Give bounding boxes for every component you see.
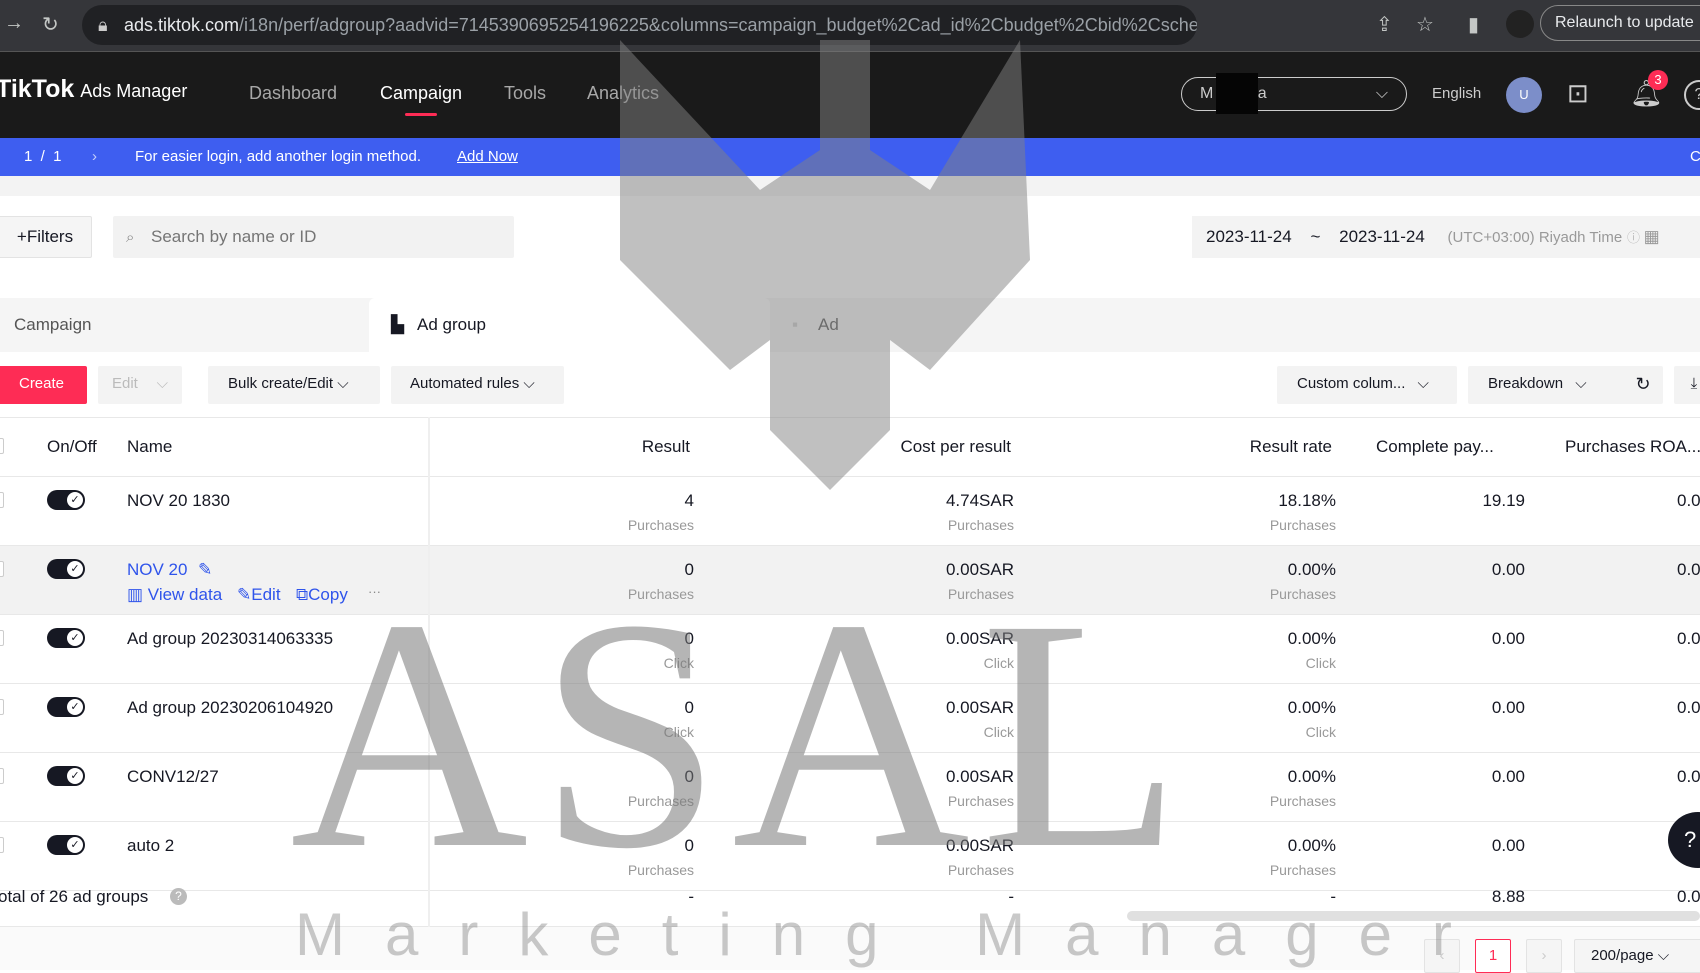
search-icon: ⌕ — [126, 229, 135, 246]
calendar-icon: ▦ — [1643, 227, 1660, 246]
ad-group-name[interactable]: NOV 20 1830 — [127, 491, 230, 511]
on-off-toggle[interactable] — [47, 490, 85, 510]
edit-link[interactable]: ✎Edit — [237, 585, 281, 605]
chevron-down-icon: ⌵ — [523, 375, 535, 392]
view-data-link[interactable]: ▥ View data — [127, 585, 222, 605]
ad-group-icon: ▙ — [391, 315, 405, 334]
row-checkbox[interactable] — [0, 492, 4, 508]
ad-group-name[interactable]: Ad group 20230314063335 — [127, 629, 333, 649]
custom-columns-dropdown[interactable]: Custom colum... ⌵ — [1277, 366, 1457, 404]
nav-dashboard[interactable]: Dashboard — [249, 83, 337, 104]
chevron-down-icon: ⌵ — [1375, 85, 1388, 102]
profile-icon[interactable] — [1506, 10, 1534, 38]
ad-group-name[interactable]: auto 2 — [127, 836, 174, 856]
add-now-link[interactable]: Add Now — [457, 138, 518, 176]
fixed-column-divider — [428, 417, 430, 927]
automated-rules-dropdown[interactable]: Automated rules ⌵ — [391, 366, 564, 404]
lock-icon: 🔒︎ — [98, 15, 108, 35]
briefcase-icon[interactable]: ⊡ — [1567, 78, 1589, 109]
tab-ad-group[interactable]: ▙ Ad group — [369, 298, 770, 352]
forward-icon[interactable]: → — [4, 12, 24, 35]
banner-pager: 1 / 1 — [24, 148, 62, 165]
ad-group-name-link[interactable]: NOV 20 — [127, 560, 187, 580]
on-off-toggle[interactable] — [47, 559, 85, 579]
relaunch-button[interactable]: Relaunch to update — [1540, 5, 1700, 41]
refresh-icon[interactable]: ↻ — [1623, 366, 1663, 404]
copy-link[interactable]: ⧉Copy — [296, 585, 348, 605]
chevron-down-icon: ⌵ — [1575, 375, 1587, 392]
table-header: On/Off Name Result Cost per result Resul… — [0, 417, 1700, 477]
bulk-create-edit-dropdown[interactable]: Bulk create/Edit ⌵ — [208, 366, 380, 404]
account-selector[interactable]: M a ⌵ — [1181, 77, 1407, 111]
tab-campaign[interactable]: Campaign — [0, 298, 368, 352]
horizontal-scrollbar[interactable] — [1127, 911, 1700, 921]
info-icon: ⓘ — [1626, 230, 1644, 245]
reload-icon[interactable]: ↻ — [42, 12, 59, 37]
redaction — [1216, 73, 1258, 114]
next-page-button[interactable]: › — [1526, 939, 1562, 973]
logo[interactable]: TikTok Ads Manager — [0, 75, 187, 104]
nav-campaign[interactable]: Campaign — [380, 83, 462, 116]
table-row[interactable]: CONV12/27 0 Purchases 0.00SAR Purchases … — [0, 753, 1700, 822]
row-checkbox[interactable] — [0, 837, 4, 853]
pagination-bar: ‹ 1 › 200/page ⌵ — [0, 927, 1700, 973]
row-checkbox[interactable] — [0, 561, 4, 577]
avatar[interactable]: U — [1506, 77, 1542, 113]
table-row[interactable]: NOV 20✎ ▥ View data ✎Edit ⧉Copy ··· 0 Pu… — [0, 546, 1700, 615]
date-range-picker[interactable]: 2023-11-24 ~ 2023-11-24 (UTC+03:00) Riya… — [1192, 216, 1700, 258]
prev-page-button[interactable]: ‹ — [1424, 939, 1460, 973]
ad-group-name[interactable]: Ad group 20230206104920 — [127, 698, 333, 718]
select-all-checkbox[interactable] — [0, 438, 4, 454]
address-bar[interactable]: 🔒︎ ads.tiktok.com/i18n/perf/adgroup?aadvi… — [82, 5, 1197, 45]
on-off-toggle[interactable] — [47, 835, 85, 855]
more-icon[interactable]: ··· — [368, 584, 381, 599]
chevron-down-icon: ⌵ — [1417, 375, 1429, 392]
help-icon[interactable]: ? — [170, 888, 187, 905]
chevron-right-icon[interactable]: › — [92, 138, 97, 176]
page-1-button[interactable]: 1 — [1475, 939, 1511, 973]
chevron-down-icon: ⌵ — [337, 375, 349, 392]
ad-group-name[interactable]: CONV12/27 — [127, 767, 219, 787]
share-icon[interactable]: ⇪ — [1376, 12, 1393, 37]
table-row[interactable]: Ad group 20230314063335 0 Click 0.00SAR … — [0, 615, 1700, 684]
pencil-icon[interactable]: ✎ — [198, 560, 212, 580]
ad-icon: ▪ — [792, 315, 799, 334]
table-row[interactable]: NOV 20 1830 4 Purchases 4.74SAR Purchase… — [0, 477, 1700, 546]
page-size-select[interactable]: 200/page ⌵ — [1574, 939, 1700, 973]
on-off-toggle[interactable] — [47, 628, 85, 648]
tab-ad[interactable]: ▪ Ad — [792, 298, 1242, 352]
sidebar-icon[interactable]: ▮ — [1468, 12, 1479, 37]
edit-dropdown[interactable]: Edit ⌵ — [98, 366, 182, 404]
row-checkbox[interactable] — [0, 630, 4, 646]
banner-right: C — [1690, 148, 1700, 165]
export-icon[interactable]: ⤓ — [1674, 366, 1700, 404]
nav-tools[interactable]: Tools — [504, 83, 546, 104]
banner-text: For easier login, add another login meth… — [135, 148, 422, 165]
row-checkbox[interactable] — [0, 699, 4, 715]
filters-button[interactable]: +Filters — [0, 216, 92, 258]
search-input[interactable] — [113, 216, 514, 258]
row-checkbox[interactable] — [0, 768, 4, 784]
nav-analytics[interactable]: Analytics — [587, 83, 659, 104]
notification-badge: 3 — [1648, 70, 1668, 90]
login-banner: 1 / 1 › For easier login, add another lo… — [0, 138, 1700, 176]
on-off-toggle[interactable] — [47, 697, 85, 717]
language-selector[interactable]: English — [1432, 85, 1481, 102]
on-off-toggle[interactable] — [47, 766, 85, 786]
create-button[interactable]: Create — [0, 366, 87, 404]
divider — [0, 176, 1700, 196]
table-row[interactable]: Ad group 20230206104920 0 Click 0.00SAR … — [0, 684, 1700, 753]
star-icon[interactable]: ☆ — [1416, 12, 1434, 37]
breakdown-dropdown[interactable]: Breakdown ⌵ — [1468, 366, 1626, 404]
